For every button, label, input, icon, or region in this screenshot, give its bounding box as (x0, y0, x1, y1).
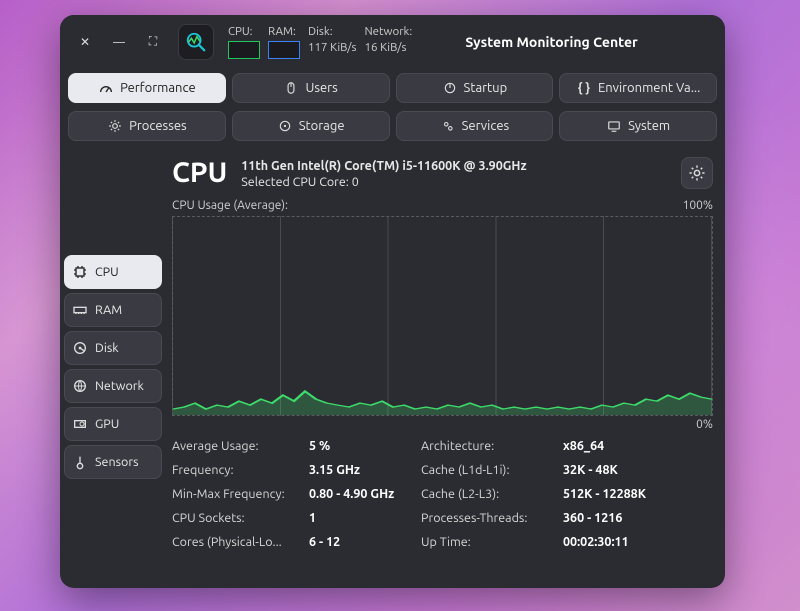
chart-ylabel: CPU Usage (Average): (172, 199, 288, 212)
header-stats: CPU: RAM: Disk: 117 KiB/s Network: 16 KiB/… (228, 25, 412, 59)
app-icon (178, 24, 214, 60)
stat-val: 3.15 GHz (309, 463, 419, 477)
stat-val: 0.80 - 4.90 GHz (309, 487, 419, 501)
page-title: CPU (172, 157, 227, 188)
stat-val: 00:02:30:11 (563, 535, 713, 549)
tab-system[interactable]: System (559, 111, 717, 141)
stat-key: Min-Max Frequency: (172, 487, 307, 501)
cpu-selected-core: Selected CPU Core: 0 (241, 175, 526, 189)
tabs-row-2: Processes Storage Services System (60, 107, 725, 141)
stat-val: x86_64 (563, 439, 713, 453)
gear-icon (107, 118, 123, 134)
sidebar-item-label: Sensors (95, 455, 139, 469)
tab-label: Performance (120, 81, 196, 95)
hdr-disk-label: Disk: (308, 25, 356, 39)
sidebar-item-label: GPU (95, 417, 119, 431)
sidebar-item-ram[interactable]: RAM (64, 293, 162, 327)
stat-val: 360 - 1216 (563, 511, 713, 525)
tab-label: System (628, 119, 670, 133)
globe-icon (71, 377, 89, 395)
chip-icon (71, 263, 89, 281)
tab-users[interactable]: Users (232, 73, 390, 103)
hdr-cpu-label: CPU: (228, 25, 260, 39)
sidebar-item-label: CPU (95, 265, 119, 279)
content: CPU RAM Disk Network GPU Sensors (60, 147, 725, 588)
hdr-disk-value: 117 KiB/s (308, 41, 356, 54)
minimize-button[interactable]: ― (106, 29, 132, 55)
app-title: System Monitoring Center (465, 34, 667, 50)
tab-label: Environment Va... (598, 81, 700, 95)
sidebar-item-sensors[interactable]: Sensors (64, 445, 162, 479)
tab-label: Storage (299, 119, 345, 133)
tab-label: Processes (129, 119, 187, 133)
stat-val: 512K - 12288K (563, 487, 713, 501)
tab-label: Startup (464, 81, 508, 95)
braces-icon: { } (576, 80, 592, 96)
stat-key: Cache (L2-L3): (421, 487, 561, 501)
stat-val: 6 - 12 (309, 535, 419, 549)
sidebar: CPU RAM Disk Network GPU Sensors (60, 147, 166, 588)
cogs-icon (440, 118, 456, 134)
sidebar-item-label: Network (95, 379, 144, 393)
sidebar-item-disk[interactable]: Disk (64, 331, 162, 365)
sidebar-item-network[interactable]: Network (64, 369, 162, 403)
cpu-usage-chart (172, 216, 713, 416)
hdr-ram-label: RAM: (268, 25, 300, 39)
hdr-ram-sparkline (268, 41, 300, 59)
tab-performance[interactable]: Performance (68, 73, 226, 103)
sidebar-item-label: Disk (95, 341, 119, 355)
stat-key: Average Usage: (172, 439, 307, 453)
tab-storage[interactable]: Storage (232, 111, 390, 141)
speedometer-icon (98, 80, 114, 96)
tab-environment[interactable]: { } Environment Va... (559, 73, 717, 103)
stat-val: 1 (309, 511, 419, 525)
ram-icon (71, 301, 89, 319)
gear-icon (688, 164, 706, 182)
mouse-icon (283, 80, 299, 96)
hdd-icon (71, 339, 89, 357)
stat-key: Up Time: (421, 535, 561, 549)
sidebar-item-gpu[interactable]: GPU (64, 407, 162, 441)
sidebar-item-label: RAM (95, 303, 122, 317)
stat-key: CPU Sockets: (172, 511, 307, 525)
power-icon (442, 80, 458, 96)
stat-key: Cores (Physical-Lo... (172, 535, 307, 549)
sidebar-item-cpu[interactable]: CPU (64, 255, 162, 289)
tabs-row-1: Performance Users Startup { } Environmen… (60, 69, 725, 103)
cpu-model: 11th Gen Intel(R) Core(TM) i5-11600K @ 3… (241, 159, 526, 173)
tab-label: Users (305, 81, 337, 95)
chart-ymin: 0% (696, 418, 713, 431)
hdr-net-label: Network: (364, 25, 412, 39)
tab-label: Services (462, 119, 510, 133)
maximize-button[interactable]: ⛶ (140, 29, 166, 55)
monitor-icon (606, 118, 622, 134)
stat-key: Frequency: (172, 463, 307, 477)
gpu-icon (71, 415, 89, 433)
settings-button[interactable] (681, 157, 713, 189)
app-window: ✕ ― ⛶ CPU: RAM: Disk: 117 KiB/s Network: 1… (60, 15, 725, 588)
tab-services[interactable]: Services (396, 111, 554, 141)
hdr-cpu-sparkline (228, 41, 260, 59)
chart-ymax: 100% (683, 199, 713, 212)
titlebar: ✕ ― ⛶ CPU: RAM: Disk: 117 KiB/s Network: 1… (60, 15, 725, 69)
tab-startup[interactable]: Startup (396, 73, 554, 103)
stat-key: Architecture: (421, 439, 561, 453)
close-button[interactable]: ✕ (72, 29, 98, 55)
tab-processes[interactable]: Processes (68, 111, 226, 141)
stat-val: 32K - 48K (563, 463, 713, 477)
hdr-net-value: 16 KiB/s (364, 41, 412, 54)
stat-val: 5 % (309, 439, 419, 453)
main-panel: CPU 11th Gen Intel(R) Core(TM) i5-11600K… (166, 147, 725, 588)
stat-key: Processes-Threads: (421, 511, 561, 525)
thermometer-icon (71, 453, 89, 471)
stats-grid: Average Usage: 5 % Architecture: x86_64 … (172, 439, 713, 549)
disk-icon (277, 118, 293, 134)
stat-key: Cache (L1d-L1i): (421, 463, 561, 477)
